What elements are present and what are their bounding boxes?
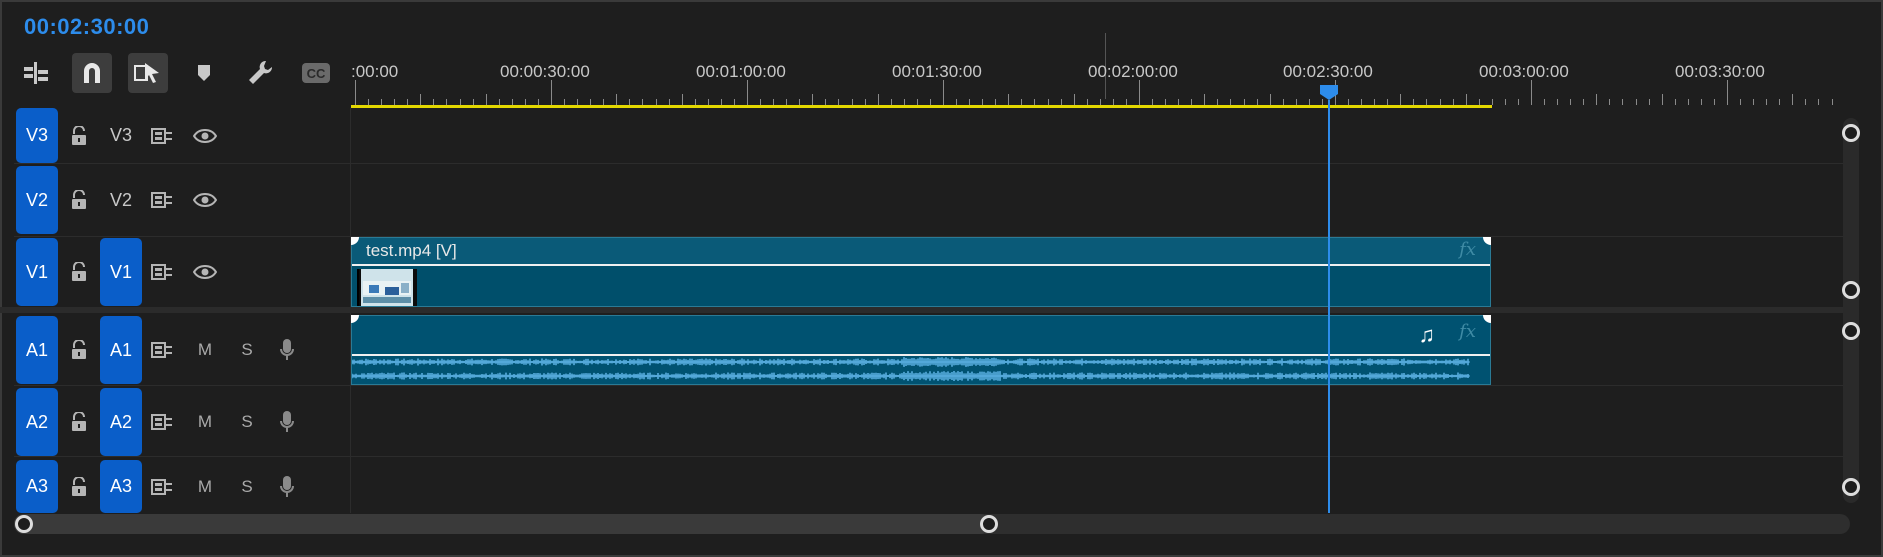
lock-icon[interactable] (63, 238, 95, 306)
captions-cc-icon[interactable]: CC (296, 53, 336, 93)
horizontal-scrollbar-thumb[interactable] (14, 514, 990, 534)
audio-clip-top-bar: ♫ fx (352, 316, 1490, 356)
track-target-v2[interactable]: V2 (100, 166, 142, 234)
zoom-handle-left[interactable] (15, 515, 33, 533)
sync-lock-icon[interactable] (146, 238, 178, 306)
voiceover-mic-icon[interactable] (271, 388, 303, 456)
source-patch-a1[interactable]: A1 (16, 316, 58, 384)
audio-scroll-knob-bottom[interactable] (1842, 478, 1860, 496)
ruler-label: 00:00:30:00 (500, 62, 590, 81)
eye-icon[interactable] (189, 108, 221, 163)
mute-button[interactable]: M (189, 460, 221, 513)
sync-lock-icon[interactable] (146, 316, 178, 384)
solo-button[interactable]: S (231, 388, 263, 456)
video-audio-divider[interactable] (0, 307, 1845, 313)
sync-lock-icon[interactable] (146, 166, 178, 234)
source-patch-v1[interactable]: V1 (16, 238, 58, 306)
eye-icon[interactable] (189, 238, 221, 306)
video-clip-name: test.mp4 [V] (366, 241, 457, 260)
zoom-handle-right[interactable] (980, 515, 998, 533)
track-target-v1[interactable]: V1 (100, 238, 142, 306)
audio-waveform (352, 357, 1470, 381)
sync-lock-icon[interactable] (146, 388, 178, 456)
video-clip-title-bar: test.mp4 [V] fx (352, 238, 1490, 266)
lock-icon[interactable] (63, 388, 95, 456)
svg-text:CC: CC (307, 66, 326, 81)
lock-icon[interactable] (63, 460, 95, 513)
source-patch-v2[interactable]: V2 (16, 166, 58, 234)
track-row-v2 (14, 164, 1844, 237)
video-scroll-knob-top[interactable] (1842, 124, 1860, 142)
solo-button[interactable]: S (231, 460, 263, 513)
source-patch-a3[interactable]: A3 (16, 460, 58, 513)
video-clip-thumbnail (357, 269, 417, 306)
insert-nest-icon[interactable] (16, 53, 56, 93)
track-target-a2[interactable]: A2 (100, 388, 142, 456)
ruler-label: 00:02:30:00 (1283, 62, 1373, 81)
add-marker-icon[interactable] (184, 53, 224, 93)
solo-button[interactable]: S (231, 316, 263, 384)
fx-badge[interactable]: fx (1459, 239, 1476, 260)
eye-icon[interactable] (189, 166, 221, 234)
lock-icon[interactable] (63, 166, 95, 234)
playhead-timecode[interactable]: 00:02:30:00 (24, 14, 149, 40)
playhead-line[interactable] (1328, 100, 1330, 513)
audio-clip[interactable]: ♫ fx (351, 315, 1491, 385)
ruler-label: 00:01:00:00 (696, 62, 786, 81)
track-target-a3[interactable]: A3 (100, 460, 142, 513)
fx-badge[interactable]: fx (1459, 321, 1476, 342)
ruler-label: 00:02:00:00 (1088, 62, 1178, 81)
video-clip[interactable]: test.mp4 [V] fx (351, 237, 1491, 307)
time-ruler[interactable]: :00:00 00:00:30:00 00:01:00:00 00:01:30:… (351, 52, 1841, 108)
sync-lock-icon[interactable] (146, 108, 178, 163)
track-row-v3 (14, 108, 1844, 164)
snap-magnet-icon[interactable] (72, 53, 112, 93)
ruler-label: 00:03:00:00 (1479, 62, 1569, 81)
lock-icon[interactable] (63, 316, 95, 384)
mute-button[interactable]: M (189, 316, 221, 384)
source-patch-a2[interactable]: A2 (16, 388, 58, 456)
mute-button[interactable]: M (189, 388, 221, 456)
ruler-label: 00:01:30:00 (892, 62, 982, 81)
source-patch-v3[interactable]: V3 (16, 108, 58, 163)
lock-icon[interactable] (63, 108, 95, 163)
settings-wrench-icon[interactable] (240, 53, 280, 93)
linked-selection-icon[interactable] (128, 53, 168, 93)
track-target-v3[interactable]: V3 (100, 108, 142, 163)
ruler-label: :00:00 (351, 62, 399, 81)
music-note-icon: ♫ (1418, 322, 1436, 347)
voiceover-mic-icon[interactable] (271, 460, 303, 513)
playhead-handle[interactable] (1319, 84, 1339, 100)
video-scroll-knob-bottom[interactable] (1842, 281, 1860, 299)
ruler-label: 00:03:30:00 (1675, 62, 1765, 81)
audio-scroll-knob-top[interactable] (1842, 322, 1860, 340)
voiceover-mic-icon[interactable] (271, 316, 303, 384)
vertical-scrollbar-track[interactable] (1843, 118, 1859, 503)
track-target-a1[interactable]: A1 (100, 316, 142, 384)
sync-lock-icon[interactable] (146, 460, 178, 513)
